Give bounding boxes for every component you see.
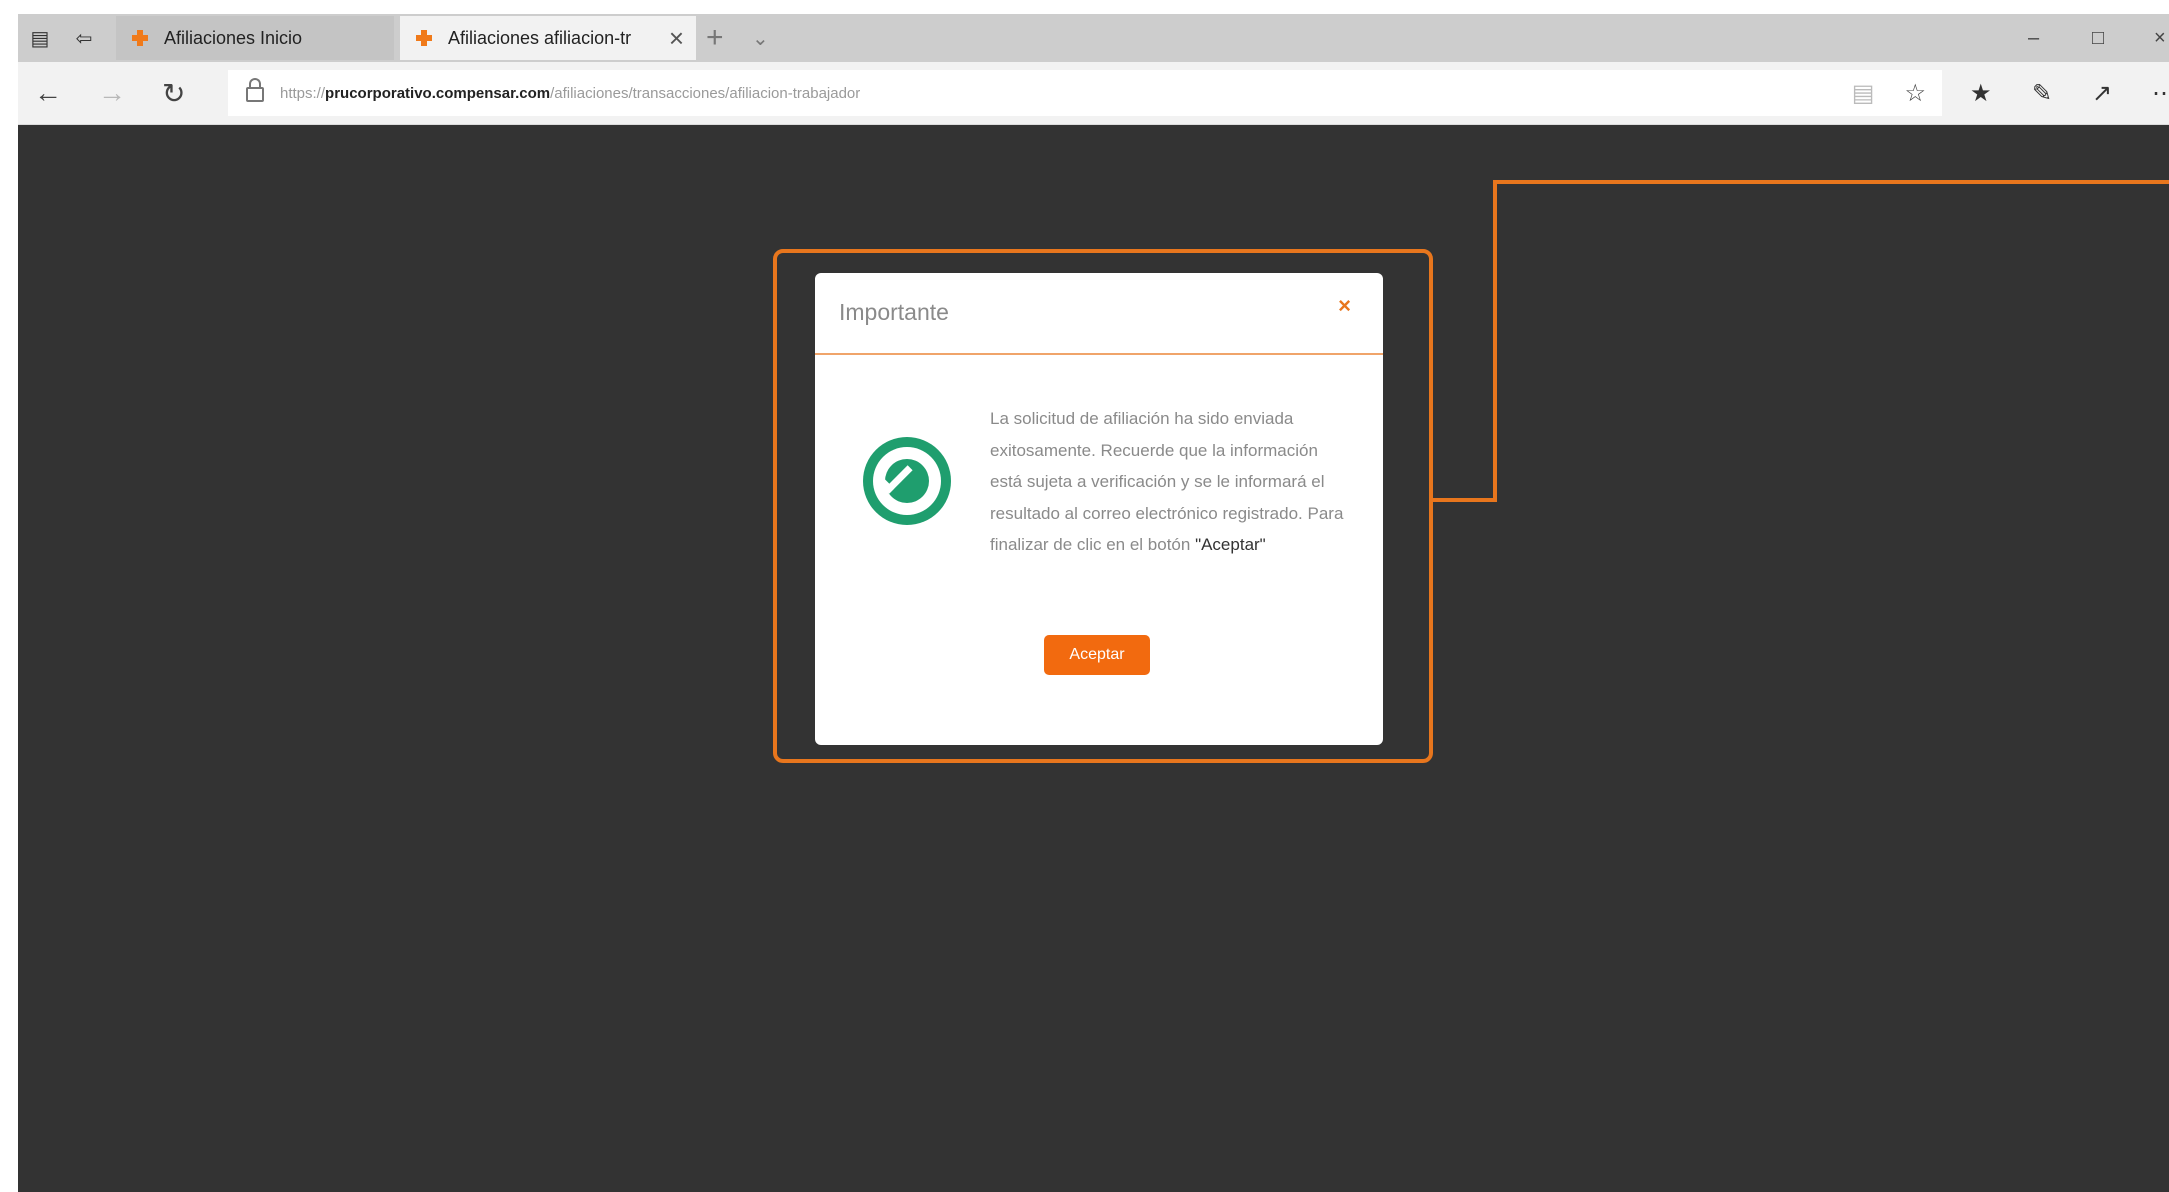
set-aside-tabs-icon[interactable]: ⇦ [66, 14, 102, 62]
browser-window: ▤ ⇦ Afiliaciones Inicio Afiliaciones afi… [18, 14, 2169, 1192]
favorites-list-icon[interactable]: ★ [1970, 62, 1992, 124]
share-icon[interactable]: ↗ [2092, 62, 2112, 124]
minimize-icon[interactable]: – [2028, 14, 2039, 62]
tab-strip: ▤ ⇦ Afiliaciones Inicio Afiliaciones afi… [18, 14, 2169, 62]
more-icon[interactable]: ⋯ [2152, 62, 2169, 124]
site-favicon [412, 26, 436, 50]
notes-icon[interactable]: ✎ [2032, 62, 2052, 124]
tab-label: Afiliaciones Inicio [164, 27, 303, 48]
confirmation-modal: Importante × La solicitud de afiliación … [815, 273, 1383, 745]
navigation-bar: ← → ↻ https:// prucorporativo.compensar.… [18, 62, 2169, 125]
refresh-icon[interactable]: ↻ [162, 62, 185, 124]
address-bar[interactable]: https:// prucorporativo.compensar.com /a… [228, 70, 1942, 116]
reading-view-icon[interactable]: ▤ [1852, 79, 1875, 108]
back-icon[interactable]: ← [34, 62, 62, 124]
tab-actions-icon[interactable]: ▤ [22, 14, 58, 62]
callout-line [1493, 180, 1497, 502]
forward-icon[interactable]: → [98, 62, 126, 124]
new-tab-icon[interactable]: + [706, 16, 724, 60]
url-path: /afiliaciones/transacciones/afiliacion-t… [550, 84, 861, 102]
modal-title: Importante [839, 299, 949, 325]
close-icon[interactable]: × [1338, 293, 1351, 319]
message-text: La solicitud de afiliación ha sido envia… [990, 409, 1344, 554]
favorite-star-icon[interactable]: ☆ [1904, 79, 1926, 108]
page-content: Importante × La solicitud de afiliación … [18, 125, 2169, 1192]
callout-line [1493, 180, 2169, 184]
accept-button[interactable]: Aceptar [1044, 635, 1150, 675]
url-scheme: https:// [280, 84, 326, 102]
close-window-icon[interactable]: × [2154, 14, 2166, 62]
maximize-icon[interactable]: □ [2092, 14, 2104, 62]
tab-afiliaciones-inicio[interactable]: Afiliaciones Inicio [116, 16, 394, 60]
tab-list-icon[interactable]: ⌄ [752, 16, 769, 60]
url-domain: prucorporativo.compensar.com [325, 84, 551, 102]
lock-icon [246, 78, 264, 102]
callout-line [1433, 498, 1497, 502]
tab-label: Afiliaciones afiliacion-tr [448, 27, 632, 48]
site-favicon [128, 26, 152, 50]
modal-header: Importante × [815, 273, 1383, 355]
message-emphasis: "Aceptar" [1195, 535, 1266, 554]
tab-afiliaciones-afiliacion[interactable]: Afiliaciones afiliacion-tr × [400, 16, 696, 60]
close-tab-icon[interactable]: × [669, 23, 684, 54]
modal-message: La solicitud de afiliación ha sido envia… [990, 403, 1350, 561]
